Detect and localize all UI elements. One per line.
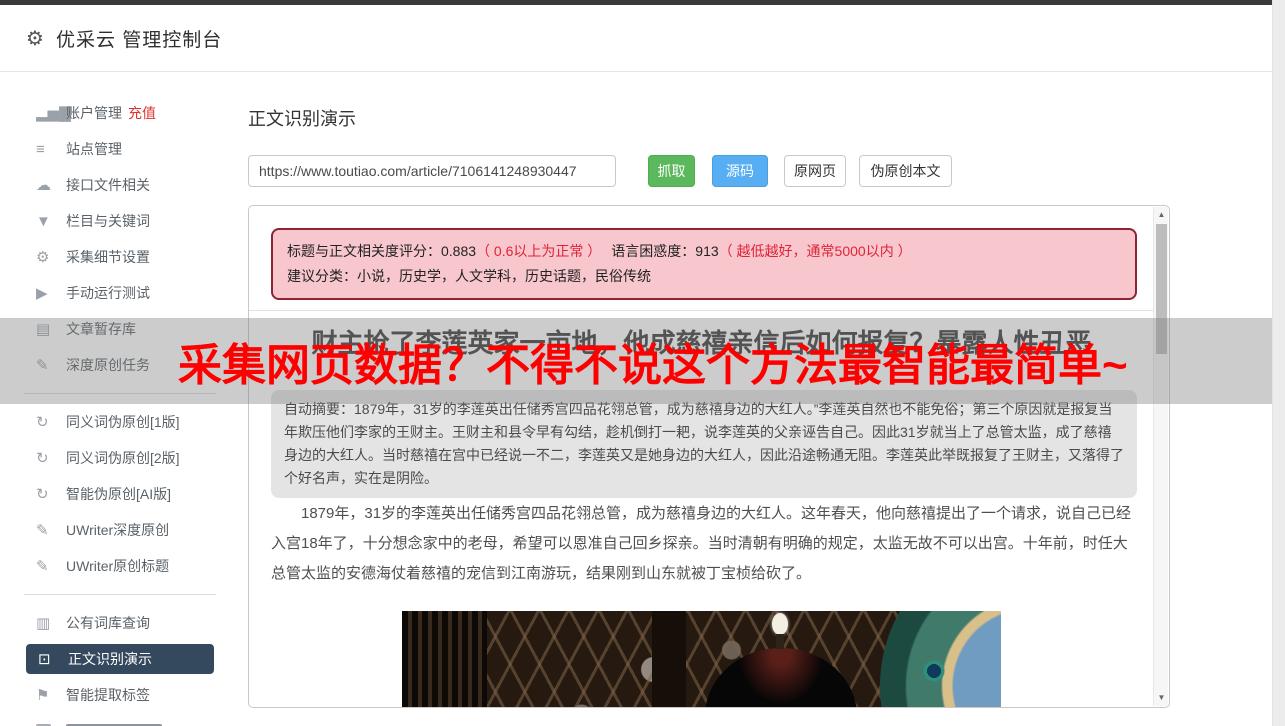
official-hat bbox=[705, 648, 857, 707]
score-text: 标题与正文相关度评分：0.883 bbox=[287, 243, 477, 259]
bar-chart-icon: ▂▅▇ bbox=[36, 105, 71, 122]
sidebar-item-synonym-v1[interactable]: ↻ 同义词伪原创[1版] bbox=[0, 404, 248, 440]
sidebar-divider bbox=[24, 393, 216, 394]
sidebar-item-label: 公有词库查询 bbox=[66, 615, 150, 631]
sidebar-item-collect-settings[interactable]: ⚙ 采集细节设置 bbox=[0, 239, 248, 275]
scroll-down-icon[interactable]: ▼ bbox=[1154, 691, 1169, 705]
sidebar-item-label: 同义词伪原创[1版] bbox=[66, 414, 180, 430]
sidebar-item-label: 同义词伪原创[2版] bbox=[66, 450, 180, 466]
perplexity-text: 语言困惑度：913 bbox=[611, 243, 719, 259]
sidebar-item-article-store[interactable]: ▤ 文章暂存库 bbox=[0, 311, 248, 347]
sidebar-item-label: 站点管理 bbox=[66, 141, 122, 157]
recharge-badge[interactable]: 充值 bbox=[128, 103, 156, 123]
hat-finial-bead bbox=[772, 613, 788, 635]
refresh-icon: ↻ bbox=[36, 486, 49, 503]
sidebar-item-label: UWriter原创标题 bbox=[66, 558, 170, 574]
sidebar-item-label: 智能伪原创[AI版] bbox=[66, 486, 172, 502]
article-paragraph: 1879年，31岁的李莲英出任储秀宫四品花翎总管，成为慈禧身边的大红人。这年春天… bbox=[271, 505, 1132, 582]
perplexity-note: （ 越低越好，通常5000以内 ） bbox=[718, 243, 912, 259]
scroll-up-icon[interactable]: ▲ bbox=[1154, 208, 1169, 222]
grab-button[interactable]: 抓取 bbox=[648, 155, 695, 187]
edit-icon: ✎ bbox=[36, 522, 49, 539]
wood-post bbox=[652, 611, 686, 707]
analysis-alert: 标题与正文相关度评分：0.883（ 0.6以上为正常 ） 语言困惑度：913（ 越… bbox=[271, 228, 1137, 300]
peacock-feather-fan bbox=[880, 611, 1001, 707]
server-list-icon: ≡ bbox=[36, 140, 45, 158]
preview-panel[interactable]: 标题与正文相关度评分：0.883（ 0.6以上为正常 ） 语言困惑度：913（ 越… bbox=[248, 205, 1170, 708]
gear-icon: ⚙ bbox=[26, 27, 44, 50]
sidebar-item-content-recognition-demo[interactable]: ⊡ 正文识别演示 bbox=[0, 641, 248, 677]
sidebar-divider bbox=[24, 594, 216, 595]
sidebar-item-deep-original-task[interactable]: ✎ 深度原创任务 bbox=[0, 347, 248, 383]
filter-icon: ▼ bbox=[36, 212, 51, 230]
app-title: 优采云 管理控制台 bbox=[55, 29, 223, 51]
pseudo-original-button[interactable]: 伪原创本文 bbox=[859, 155, 952, 187]
page-title: 正文识别演示 bbox=[248, 109, 356, 129]
sidebar-item-uwriter-title[interactable]: ✎ UWriter原创标题 bbox=[0, 548, 248, 584]
alert-line-2: 建议分类：小说，历史学，人文学科，历史话题，民俗传统 bbox=[287, 268, 651, 284]
article-title: 财主抢了李莲英家一亩地，他成慈禧亲信后如何报复？暴露人性丑恶 bbox=[311, 328, 1092, 358]
book-icon: ▥ bbox=[36, 615, 51, 632]
sidebar-item-partial[interactable] bbox=[0, 713, 248, 726]
sidebar-item-label: 手动运行测试 bbox=[66, 285, 150, 301]
cloud-upload-icon: ☁ bbox=[36, 177, 51, 194]
panel-scrollbar[interactable]: ▲ ▼ bbox=[1153, 207, 1168, 706]
database-icon: ▤ bbox=[36, 321, 51, 338]
sidebar-item-label: 深度原创任务 bbox=[66, 357, 150, 373]
sidebar-item-smart-tags[interactable]: ⚑ 智能提取标签 bbox=[0, 677, 248, 713]
sidebar-item-manual-run-test[interactable]: ▶ 手动运行测试 bbox=[0, 275, 248, 311]
edit-icon: ✎ bbox=[36, 357, 49, 374]
sidebar-item-label: 账户管理 bbox=[66, 105, 122, 121]
sidebar-item-uwriter-deep[interactable]: ✎ UWriter深度原创 bbox=[0, 512, 248, 548]
panel-divider bbox=[249, 310, 1154, 311]
sidebar-item-columns-keywords[interactable]: ▼ 栏目与关键词 bbox=[0, 203, 248, 239]
tag-icon: ⚑ bbox=[36, 687, 50, 704]
monitor-icon: ⊡ bbox=[38, 651, 51, 668]
play-circle-icon: ▶ bbox=[36, 285, 48, 302]
sidebar-item-sites[interactable]: ≡ 站点管理 bbox=[0, 131, 248, 167]
carved-wood-panel bbox=[402, 611, 487, 707]
sidebar-item-synonym-v2[interactable]: ↻ 同义词伪原创[2版] bbox=[0, 440, 248, 476]
auto-summary-box: 自动摘要：1879年，31岁的李莲英出任储秀宫四品花翎总管，成为慈禧身边的大红人… bbox=[271, 390, 1137, 498]
sidebar-item-label: 栏目与关键词 bbox=[66, 213, 150, 229]
source-code-button[interactable]: 源码 bbox=[712, 155, 768, 187]
gears-icon: ⚙ bbox=[36, 249, 50, 266]
edit-icon: ✎ bbox=[36, 558, 49, 575]
app-header: ⚙ 优采云 管理控制台 bbox=[0, 5, 1272, 72]
sidebar-item-label: UWriter深度原创 bbox=[66, 522, 170, 538]
hat-finial-stem bbox=[776, 634, 784, 649]
sidebar-item-account[interactable]: ▂▅▇ 账户管理 充值 bbox=[0, 95, 248, 131]
score-note: （ 0.6以上为正常 ） bbox=[476, 243, 602, 259]
sidebar: ▂▅▇ 账户管理 充值 ≡ 站点管理 ☁ 接口文件相关 ▼ 栏目与关键词 ⚙ 采… bbox=[0, 76, 248, 726]
sidebar-item-label: 文章暂存库 bbox=[66, 321, 136, 337]
refresh-icon: ↻ bbox=[36, 414, 49, 431]
sidebar-item-label: 采集细节设置 bbox=[66, 249, 150, 265]
sidebar-item-public-thesaurus[interactable]: ▥ 公有词库查询 bbox=[0, 605, 248, 641]
alert-line-1: 标题与正文相关度评分：0.883（ 0.6以上为正常 ） 语言困惑度：913（ 越… bbox=[287, 239, 1121, 264]
sidebar-item-label: 接口文件相关 bbox=[66, 177, 150, 193]
active-item-pill[interactable]: ⊡ 正文识别演示 bbox=[26, 644, 214, 674]
scrollbar-thumb[interactable] bbox=[1156, 224, 1167, 354]
sidebar-item-ai-rewrite[interactable]: ↻ 智能伪原创[AI版] bbox=[0, 476, 248, 512]
sidebar-item-label: 正文识别演示 bbox=[68, 651, 152, 667]
sidebar-item-label: 智能提取标签 bbox=[66, 687, 150, 703]
page-scrollbar-area[interactable] bbox=[1272, 0, 1285, 726]
article-photo-qing-official-hat bbox=[402, 611, 1001, 707]
sidebar-item-interface-files[interactable]: ☁ 接口文件相关 bbox=[0, 167, 248, 203]
refresh-icon: ↻ bbox=[36, 450, 49, 467]
original-page-button[interactable]: 原网页 bbox=[784, 155, 846, 187]
url-input[interactable] bbox=[248, 155, 616, 187]
